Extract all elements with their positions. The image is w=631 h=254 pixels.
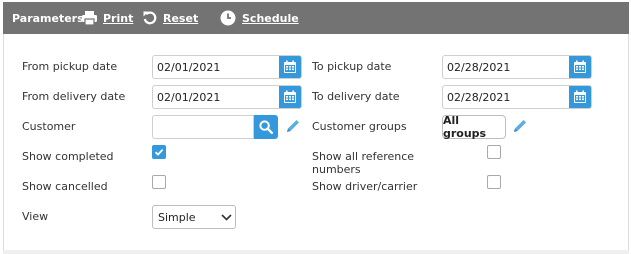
view-select[interactable]: Simple: [152, 205, 236, 229]
show-cancelled-label: Show cancelled: [22, 180, 108, 193]
schedule-button[interactable]: Schedule: [220, 2, 299, 34]
panel-bottom-edge: [3, 250, 629, 254]
search-icon[interactable]: [254, 115, 278, 139]
from-pickup-value: 02/01/2021: [157, 60, 221, 74]
all-groups-button[interactable]: All groups: [442, 114, 506, 140]
show-all-reference-label: Show all reference numbers: [312, 150, 414, 176]
toolbar: Parameters Print Reset Schedule: [3, 2, 629, 34]
to-delivery-value: 02/28/2021: [447, 90, 511, 104]
customer-input[interactable]: [152, 115, 254, 139]
reset-icon: [142, 10, 158, 26]
pencil-icon[interactable]: [512, 118, 528, 134]
to-pickup-value: 02/28/2021: [447, 60, 511, 74]
show-driver-carrier-label: Show driver/carrier: [312, 180, 418, 193]
show-completed-checkbox[interactable]: [152, 145, 166, 159]
schedule-label: Schedule: [242, 11, 299, 25]
calendar-icon[interactable]: [279, 56, 301, 78]
to-delivery-label: To delivery date: [312, 90, 400, 103]
to-pickup-label: To pickup date: [312, 60, 392, 73]
chevron-down-icon: [217, 213, 235, 221]
show-driver-carrier-checkbox[interactable]: [487, 175, 501, 189]
view-label: View: [22, 210, 49, 223]
checkmark-icon: [154, 148, 164, 156]
print-label: Print: [103, 11, 134, 25]
to-delivery-date-input[interactable]: 02/28/2021: [442, 85, 592, 109]
calendar-icon[interactable]: [569, 56, 591, 78]
calendar-icon[interactable]: [279, 86, 301, 108]
show-cancelled-checkbox[interactable]: [152, 175, 166, 189]
reset-label: Reset: [163, 11, 199, 25]
pencil-icon[interactable]: [285, 118, 301, 134]
customer-label: Customer: [22, 120, 76, 133]
show-completed-label: Show completed: [22, 150, 114, 163]
show-all-reference-checkbox[interactable]: [487, 145, 501, 159]
from-delivery-label: From delivery date: [22, 90, 126, 103]
toolbar-title: Parameters: [12, 11, 84, 25]
view-selected-value: Simple: [158, 210, 196, 224]
from-pickup-label: From pickup date: [22, 60, 118, 73]
print-button[interactable]: Print: [81, 2, 133, 34]
to-pickup-date-input[interactable]: 02/28/2021: [442, 55, 592, 79]
clock-icon: [220, 10, 236, 26]
customer-groups-label: Customer groups: [312, 120, 407, 133]
from-delivery-value: 02/01/2021: [157, 90, 221, 104]
calendar-icon[interactable]: [569, 86, 591, 108]
from-delivery-date-input[interactable]: 02/01/2021: [152, 85, 302, 109]
from-pickup-date-input[interactable]: 02/01/2021: [152, 55, 302, 79]
reset-button[interactable]: Reset: [142, 2, 198, 34]
show-all-reference-label-line2: numbers: [312, 163, 361, 176]
printer-icon: [81, 10, 98, 26]
show-all-reference-label-line1: Show all reference: [312, 150, 415, 163]
